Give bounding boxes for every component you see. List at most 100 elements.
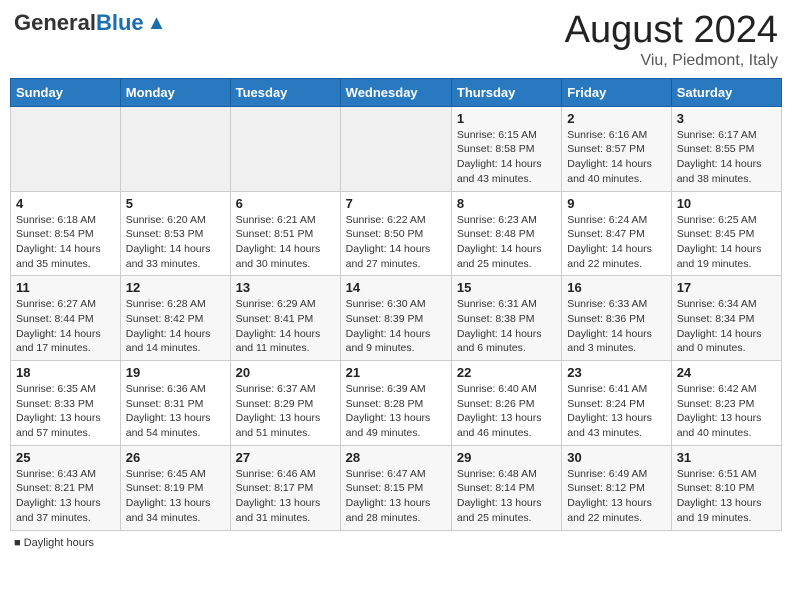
calendar-cell: 4 Sunrise: 6:18 AMSunset: 8:54 PMDaylight…: [11, 191, 121, 276]
day-number: 12: [126, 280, 225, 295]
day-info: Sunrise: 6:22 AMSunset: 8:50 PMDaylight:…: [346, 213, 446, 272]
day-number: 26: [126, 450, 225, 465]
logo: GeneralBlue ▲: [14, 10, 166, 36]
week-row-1: 1Sunrise: 6:15 AMSunset: 8:58 PMDaylight…: [11, 106, 782, 191]
day-info: Sunrise: 6:45 AMSunset: 8:19 PMDaylight:…: [126, 467, 225, 526]
day-info: Sunrise: 6:27 AMSunset: 8:44 PMDaylight:…: [16, 297, 115, 356]
calendar-cell: 21 Sunrise: 6:39 AMSunset: 8:28 PMDayligh…: [340, 361, 451, 446]
day-number: 6: [236, 196, 335, 211]
day-info: Sunrise: 6:48 AMSunset: 8:14 PMDaylight:…: [457, 467, 556, 526]
day-info: Sunrise: 6:36 AMSunset: 8:31 PMDaylight:…: [126, 382, 225, 441]
calendar-cell: 14 Sunrise: 6:30 AMSunset: 8:39 PMDayligh…: [340, 276, 451, 361]
calendar-cell: 1Sunrise: 6:15 AMSunset: 8:58 PMDaylight…: [451, 106, 561, 191]
day-info: Sunrise: 6:16 AMSunset: 8:57 PMDaylight:…: [567, 128, 665, 187]
day-number: 14: [346, 280, 446, 295]
day-info: Sunrise: 6:47 AMSunset: 8:15 PMDaylight:…: [346, 467, 446, 526]
day-number: 17: [677, 280, 776, 295]
day-info: Sunrise: 6:43 AMSunset: 8:21 PMDaylight:…: [16, 467, 115, 526]
calendar-cell: 17Sunrise: 6:34 AMSunset: 8:34 PMDayligh…: [671, 276, 781, 361]
title-block: August 2024 Viu, Piedmont, Italy: [565, 10, 778, 70]
day-info: Sunrise: 6:40 AMSunset: 8:26 PMDaylight:…: [457, 382, 556, 441]
calendar-cell: 22 Sunrise: 6:40 AMSunset: 8:26 PMDayligh…: [451, 361, 561, 446]
calendar-cell: 15Sunrise: 6:31 AMSunset: 8:38 PMDayligh…: [451, 276, 561, 361]
calendar-cell: 11 Sunrise: 6:27 AMSunset: 8:44 PMDayligh…: [11, 276, 121, 361]
day-info: Sunrise: 6:17 AMSunset: 8:55 PMDaylight:…: [677, 128, 776, 187]
day-info: Sunrise: 6:37 AMSunset: 8:29 PMDaylight:…: [236, 382, 335, 441]
calendar-cell: 20 Sunrise: 6:37 AMSunset: 8:29 PMDayligh…: [230, 361, 340, 446]
day-info: Sunrise: 6:51 AMSunset: 8:10 PMDaylight:…: [677, 467, 776, 526]
day-number: 1: [457, 111, 556, 126]
day-info: Sunrise: 6:41 AMSunset: 8:24 PMDaylight:…: [567, 382, 665, 441]
calendar-cell: [340, 106, 451, 191]
legend: ■ Daylight hours: [10, 537, 782, 549]
calendar-cell: 24 Sunrise: 6:42 AMSunset: 8:23 PMDayligh…: [671, 361, 781, 446]
day-info: Sunrise: 6:18 AMSunset: 8:54 PMDaylight:…: [16, 213, 115, 272]
day-number: 25: [16, 450, 115, 465]
day-number: 3: [677, 111, 776, 126]
day-number: 10: [677, 196, 776, 211]
day-info: Sunrise: 6:35 AMSunset: 8:33 PMDaylight:…: [16, 382, 115, 441]
calendar-cell: 7 Sunrise: 6:22 AMSunset: 8:50 PMDaylight…: [340, 191, 451, 276]
day-info: Sunrise: 6:49 AMSunset: 8:12 PMDaylight:…: [567, 467, 665, 526]
calendar-cell: 8Sunrise: 6:23 AMSunset: 8:48 PMDaylight…: [451, 191, 561, 276]
location-subtitle: Viu, Piedmont, Italy: [565, 52, 778, 70]
calendar-cell: 29Sunrise: 6:48 AMSunset: 8:14 PMDayligh…: [451, 445, 561, 530]
week-row-2: 4 Sunrise: 6:18 AMSunset: 8:54 PMDaylight…: [11, 191, 782, 276]
day-number: 5: [126, 196, 225, 211]
calendar-cell: 26 Sunrise: 6:45 AMSunset: 8:19 PMDayligh…: [120, 445, 230, 530]
day-info: Sunrise: 6:39 AMSunset: 8:28 PMDaylight:…: [346, 382, 446, 441]
calendar-cell: 28 Sunrise: 6:47 AMSunset: 8:15 PMDayligh…: [340, 445, 451, 530]
weekday-header-row: SundayMondayTuesdayWednesdayThursdayFrid…: [11, 78, 782, 106]
calendar-cell: 5Sunrise: 6:20 AMSunset: 8:53 PMDaylight…: [120, 191, 230, 276]
day-number: 9: [567, 196, 665, 211]
day-info: Sunrise: 6:25 AMSunset: 8:45 PMDaylight:…: [677, 213, 776, 272]
calendar-cell: 3 Sunrise: 6:17 AMSunset: 8:55 PMDaylight…: [671, 106, 781, 191]
calendar-cell: [11, 106, 121, 191]
calendar-cell: [120, 106, 230, 191]
day-number: 24: [677, 365, 776, 380]
day-number: 30: [567, 450, 665, 465]
day-number: 28: [346, 450, 446, 465]
weekday-header-monday: Monday: [120, 78, 230, 106]
week-row-5: 25 Sunrise: 6:43 AMSunset: 8:21 PMDayligh…: [11, 445, 782, 530]
calendar-cell: [230, 106, 340, 191]
day-info: Sunrise: 6:33 AMSunset: 8:36 PMDaylight:…: [567, 297, 665, 356]
weekday-header-friday: Friday: [562, 78, 671, 106]
calendar-table: SundayMondayTuesdayWednesdayThursdayFrid…: [10, 78, 782, 531]
day-number: 21: [346, 365, 446, 380]
day-number: 8: [457, 196, 556, 211]
weekday-header-saturday: Saturday: [671, 78, 781, 106]
calendar-cell: 30 Sunrise: 6:49 AMSunset: 8:12 PMDayligh…: [562, 445, 671, 530]
weekday-header-thursday: Thursday: [451, 78, 561, 106]
page-header: GeneralBlue ▲ August 2024 Viu, Piedmont,…: [10, 10, 782, 70]
day-number: 7: [346, 196, 446, 211]
calendar-cell: 9Sunrise: 6:24 AMSunset: 8:47 PMDaylight…: [562, 191, 671, 276]
calendar-cell: 19 Sunrise: 6:36 AMSunset: 8:31 PMDayligh…: [120, 361, 230, 446]
day-number: 4: [16, 196, 115, 211]
calendar-cell: 31Sunrise: 6:51 AMSunset: 8:10 PMDayligh…: [671, 445, 781, 530]
day-number: 16: [567, 280, 665, 295]
day-info: Sunrise: 6:42 AMSunset: 8:23 PMDaylight:…: [677, 382, 776, 441]
logo-text: GeneralBlue: [14, 10, 144, 36]
weekday-header-sunday: Sunday: [11, 78, 121, 106]
calendar-body: 1Sunrise: 6:15 AMSunset: 8:58 PMDaylight…: [11, 106, 782, 530]
calendar-cell: 18Sunrise: 6:35 AMSunset: 8:33 PMDayligh…: [11, 361, 121, 446]
day-info: Sunrise: 6:29 AMSunset: 8:41 PMDaylight:…: [236, 297, 335, 356]
calendar-cell: 23 Sunrise: 6:41 AMSunset: 8:24 PMDayligh…: [562, 361, 671, 446]
calendar-cell: 16 Sunrise: 6:33 AMSunset: 8:36 PMDayligh…: [562, 276, 671, 361]
calendar-header: SundayMondayTuesdayWednesdayThursdayFrid…: [11, 78, 782, 106]
day-number: 13: [236, 280, 335, 295]
week-row-3: 11 Sunrise: 6:27 AMSunset: 8:44 PMDayligh…: [11, 276, 782, 361]
day-number: 20: [236, 365, 335, 380]
calendar-cell: 12Sunrise: 6:28 AMSunset: 8:42 PMDayligh…: [120, 276, 230, 361]
day-info: Sunrise: 6:30 AMSunset: 8:39 PMDaylight:…: [346, 297, 446, 356]
calendar-cell: 2Sunrise: 6:16 AMSunset: 8:57 PMDaylight…: [562, 106, 671, 191]
day-number: 19: [126, 365, 225, 380]
calendar-cell: 25 Sunrise: 6:43 AMSunset: 8:21 PMDayligh…: [11, 445, 121, 530]
month-year-title: August 2024: [565, 10, 778, 52]
day-number: 11: [16, 280, 115, 295]
day-number: 23: [567, 365, 665, 380]
day-number: 22: [457, 365, 556, 380]
day-number: 27: [236, 450, 335, 465]
day-info: Sunrise: 6:46 AMSunset: 8:17 PMDaylight:…: [236, 467, 335, 526]
